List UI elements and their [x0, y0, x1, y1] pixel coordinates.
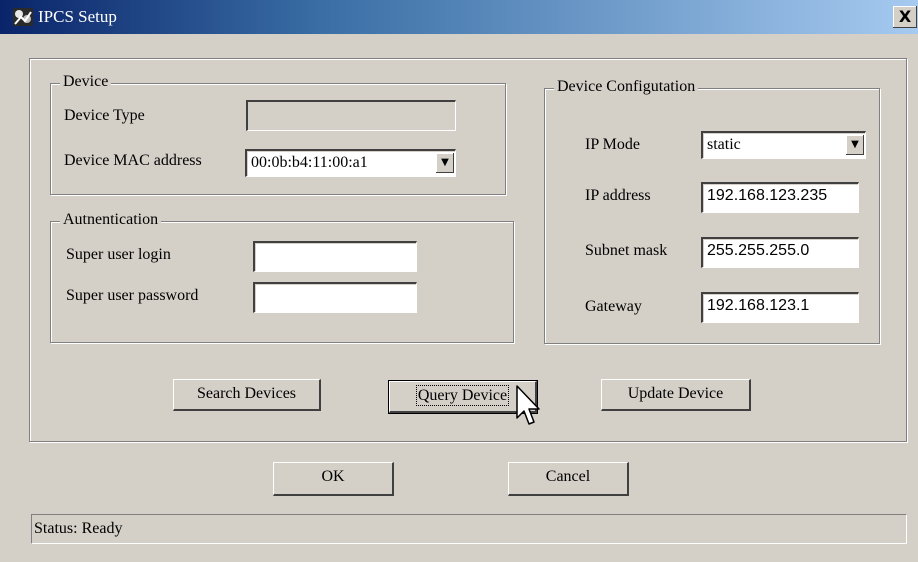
close-icon[interactable]: X [893, 6, 917, 28]
chevron-down-icon[interactable]: ▼ [846, 135, 864, 155]
gateway-label: Gateway [585, 298, 642, 315]
device-type-field[interactable] [246, 100, 456, 131]
cancel-button[interactable]: Cancel [508, 462, 629, 496]
ok-button[interactable]: OK [273, 462, 394, 496]
ip-address-input[interactable]: 192.168.123.235 [701, 182, 859, 213]
gateway-input[interactable]: 192.168.123.1 [701, 292, 859, 323]
device-type-label: Device Type [64, 107, 145, 124]
app-icon [13, 8, 33, 26]
ipcs-setup-window: IPCS Setup X Device Device Type Device M… [0, 0, 918, 562]
authentication-group-label: Autnentication [60, 211, 162, 229]
window-title: IPCS Setup [38, 7, 117, 26]
subnet-mask-input[interactable]: 255.255.255.0 [701, 237, 859, 268]
cancel-label: Cancel [545, 468, 591, 485]
search-devices-button[interactable]: Search Devices [173, 379, 321, 411]
update-device-label: Update Device [627, 385, 724, 402]
ip-address-label: IP address [585, 187, 651, 204]
title-bar[interactable]: IPCS Setup X [0, 0, 918, 34]
device-mac-value: 00:0b:b4:11:00:a1 [251, 154, 368, 171]
status-bar: Status: Ready [31, 514, 907, 544]
subnet-mask-label: Subnet mask [585, 242, 668, 259]
status-text: Status: Ready [34, 520, 123, 537]
device-mac-label: Device MAC address [64, 152, 202, 169]
ip-mode-combobox[interactable]: static ▼ [701, 131, 866, 159]
mouse-pointer-icon [516, 385, 540, 425]
device-configuration-group-label: Device Configutation [554, 78, 699, 96]
update-device-button[interactable]: Update Device [601, 379, 751, 411]
ok-label: OK [321, 468, 345, 485]
super-user-login-input[interactable] [253, 241, 417, 272]
super-user-password-input[interactable] [253, 282, 417, 313]
ip-mode-value: static [707, 136, 741, 153]
super-user-login-label: Super user login [66, 246, 171, 263]
ip-mode-label: IP Mode [585, 136, 640, 153]
device-mac-combobox[interactable]: 00:0b:b4:11:00:a1 ▼ [245, 149, 456, 177]
device-group-label: Device [60, 73, 112, 91]
query-device-label: Query Device [415, 385, 510, 406]
super-user-password-label: Super user password [66, 287, 199, 304]
search-devices-label: Search Devices [196, 385, 297, 402]
chevron-down-icon[interactable]: ▼ [436, 153, 454, 173]
